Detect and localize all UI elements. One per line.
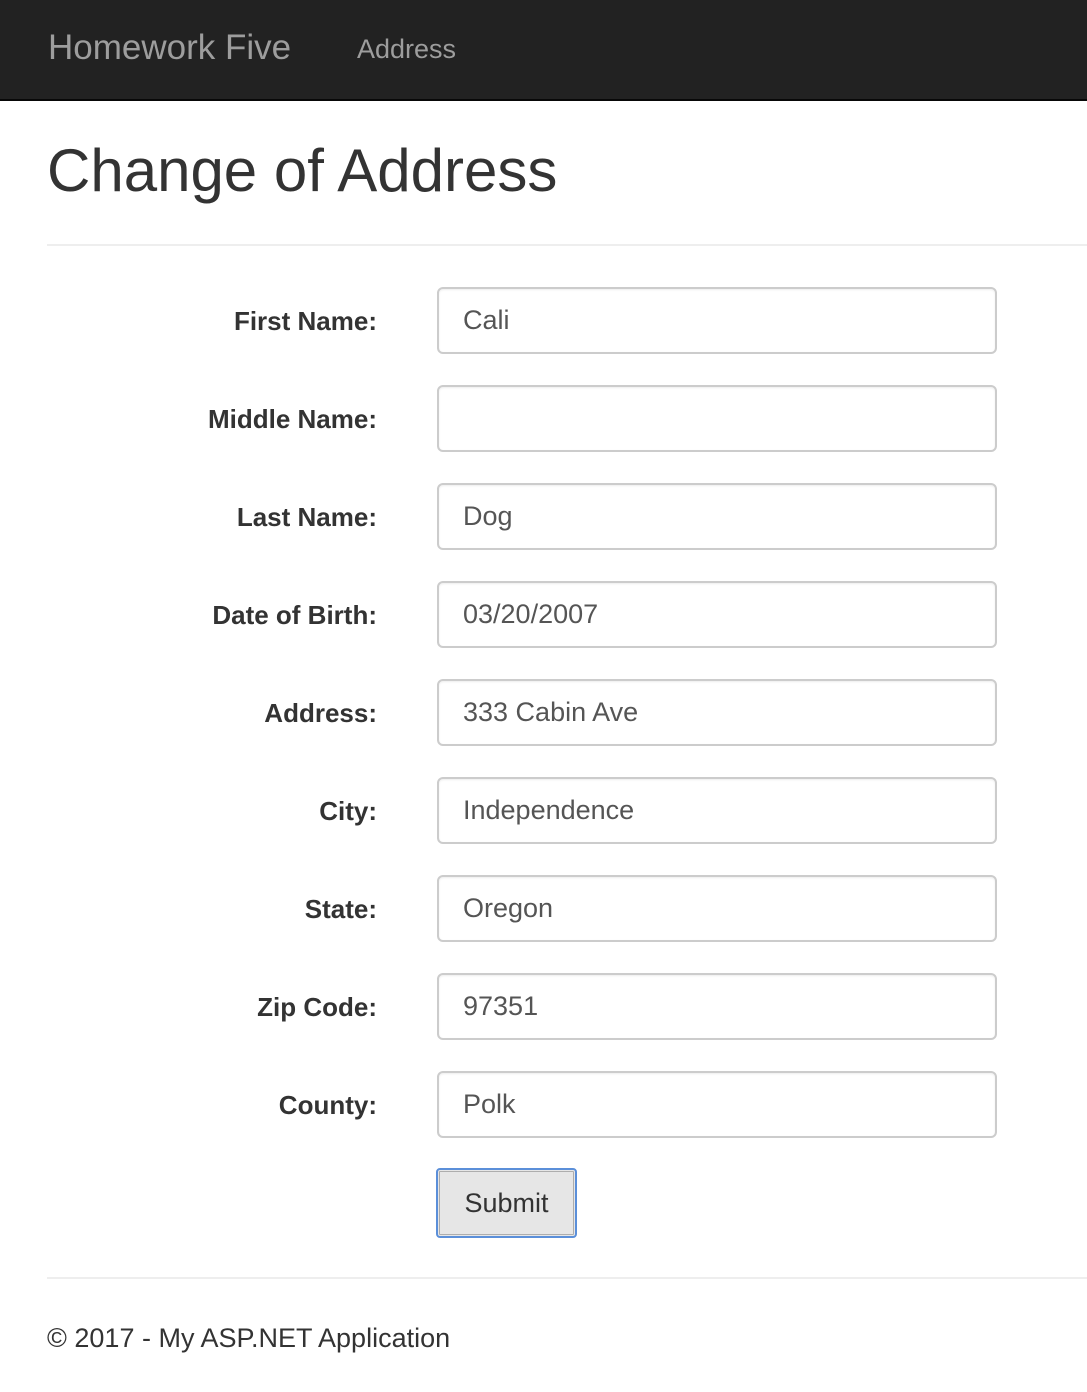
submit-button[interactable]: Submit xyxy=(436,1168,577,1238)
brand-link[interactable]: Homework Five xyxy=(48,27,291,69)
city-label: City: xyxy=(319,796,377,826)
zip-code-label: Zip Code: xyxy=(257,992,377,1022)
footer-copyright: © 2017 - My ASP.NET Application xyxy=(47,1323,451,1353)
address-input[interactable] xyxy=(437,679,997,746)
state-label: State: xyxy=(304,894,377,924)
divider xyxy=(47,244,1087,246)
first-name-label: First Name: xyxy=(233,306,377,336)
zip-code-input[interactable] xyxy=(437,973,997,1040)
last-name-input[interactable] xyxy=(437,483,997,550)
city-input[interactable] xyxy=(437,777,997,844)
middle-name-label: Middle Name: xyxy=(207,404,377,434)
nav-link-address[interactable]: Address xyxy=(357,34,456,64)
state-input[interactable] xyxy=(437,875,997,942)
county-input[interactable] xyxy=(437,1071,997,1138)
footer-divider xyxy=(47,1277,1087,1279)
middle-name-input[interactable] xyxy=(437,385,997,452)
navbar: Homework Five Address xyxy=(0,0,1087,101)
page-title: Change of Address xyxy=(47,137,558,204)
first-name-input[interactable] xyxy=(437,287,997,354)
address-label: Address: xyxy=(264,698,377,728)
date-of-birth-input[interactable] xyxy=(437,581,997,648)
date-of-birth-label: Date of Birth: xyxy=(212,600,377,630)
last-name-label: Last Name: xyxy=(236,502,377,532)
county-label: County: xyxy=(278,1090,377,1120)
